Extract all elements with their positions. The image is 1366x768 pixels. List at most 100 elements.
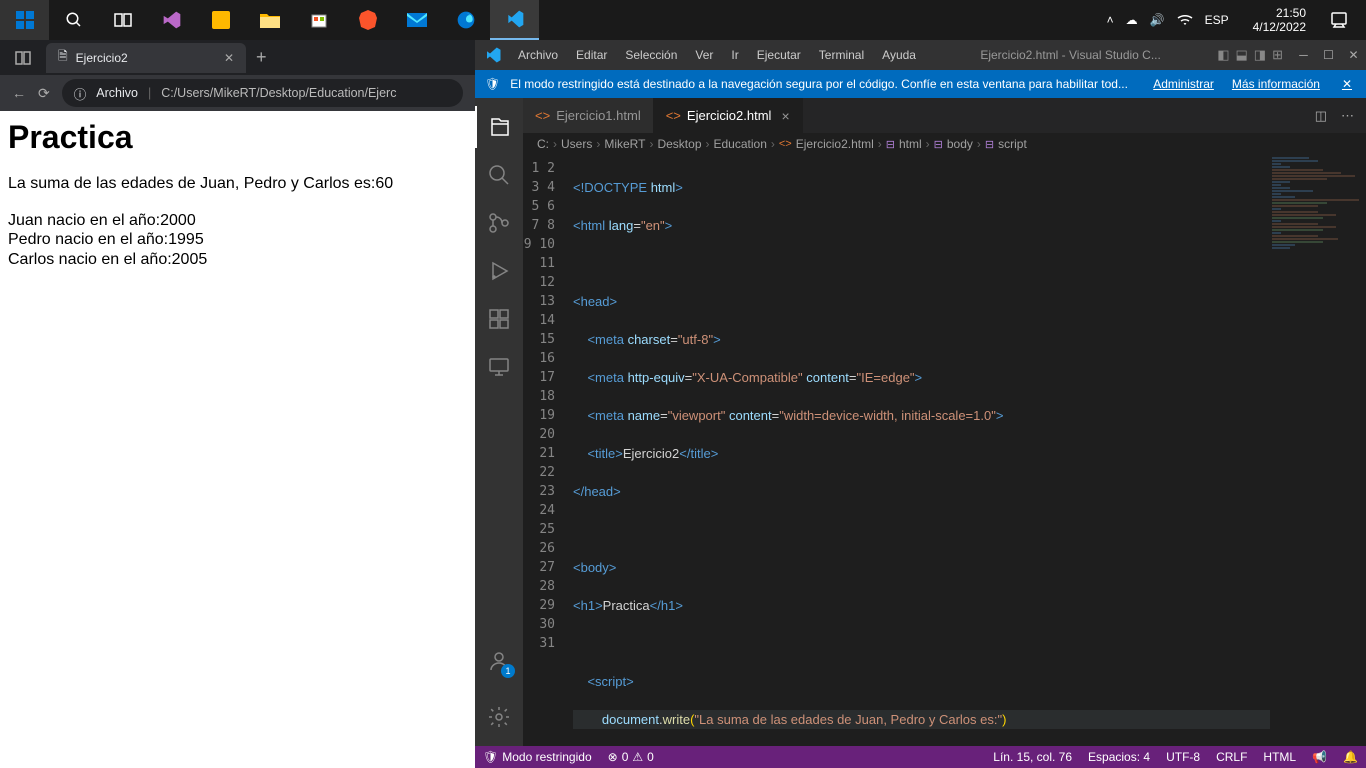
code-editor[interactable]: 1 2 3 4 5 6 7 8 9 10 11 12 13 14 15 16 1… bbox=[523, 155, 1366, 746]
file-icon: 🗎 bbox=[58, 47, 68, 68]
url-scheme: Archivo bbox=[96, 86, 138, 100]
layout-controls: ◧ ⬓ ◨ ⊞ bbox=[1217, 47, 1291, 63]
edge-icon[interactable] bbox=[441, 0, 490, 40]
explorer-icon[interactable] bbox=[475, 106, 523, 148]
menu-ir[interactable]: Ir bbox=[723, 44, 746, 66]
browser-tab-active[interactable]: 🗎 Ejercicio2 ✕ bbox=[46, 43, 246, 73]
search-activity-icon[interactable] bbox=[475, 154, 523, 196]
restricted-mode-status[interactable]: 🛡Modo restringido bbox=[475, 746, 600, 768]
close-banner-icon[interactable]: ✕ bbox=[1338, 77, 1356, 91]
panel-left-icon[interactable]: ◧ bbox=[1217, 47, 1229, 63]
code-content[interactable]: <!DOCTYPE html> <html lang="en"> <head> … bbox=[573, 155, 1270, 746]
banner-info-link[interactable]: Más información bbox=[1232, 77, 1320, 91]
ms-store-icon[interactable] bbox=[294, 0, 343, 40]
warning-icon: ⚠ bbox=[632, 750, 643, 764]
vscode-titlebar: Archivo Editar Selección Ver Ir Ejecutar… bbox=[475, 40, 1366, 70]
browser-page-content: Practica La suma de las edades de Juan, … bbox=[0, 111, 475, 768]
feedback-icon[interactable]: 📢 bbox=[1304, 750, 1335, 764]
split-editor-icon[interactable]: ◫ bbox=[1315, 108, 1327, 124]
page-heading: Practica bbox=[8, 119, 467, 156]
start-button[interactable] bbox=[0, 0, 49, 40]
menu-terminal[interactable]: Terminal bbox=[811, 44, 872, 66]
window-controls: ─ ☐ ✕ bbox=[1291, 40, 1366, 70]
maximize-button[interactable]: ☐ bbox=[1316, 40, 1341, 70]
vscode-taskbar-icon[interactable] bbox=[490, 0, 539, 40]
taskbar-right: ˄ ☁ 🔊 ESP 21:50 4/12/2022 bbox=[1099, 0, 1366, 40]
chevron-up-icon[interactable]: ˄ bbox=[1107, 13, 1114, 27]
status-bar: 🛡Modo restringido ⊗0⚠0 Lín. 15, col. 76 … bbox=[475, 746, 1366, 768]
taskbar-left bbox=[0, 0, 539, 40]
remote-icon[interactable] bbox=[475, 346, 523, 388]
menu-ver[interactable]: Ver bbox=[687, 44, 721, 66]
tab-ejercicio1[interactable]: <>Ejercicio1.html bbox=[523, 98, 654, 133]
back-button[interactable]: ← bbox=[12, 85, 26, 101]
browser-toolbar: ← ⟳ ⓘ Archivo | C:/Users/MikeRT/Desktop/… bbox=[0, 75, 475, 111]
panel-right-icon[interactable]: ◨ bbox=[1254, 47, 1266, 63]
breadcrumbs[interactable]: C:› Users› MikeRT› Desktop› Education› <… bbox=[523, 133, 1366, 155]
settings-gear-icon[interactable] bbox=[475, 696, 523, 738]
restricted-mode-banner: 🛡 El modo restringido está destinado a l… bbox=[475, 70, 1366, 98]
indentation-status[interactable]: Espacios: 4 bbox=[1080, 750, 1158, 764]
encoding-status[interactable]: UTF-8 bbox=[1158, 750, 1208, 764]
language-indicator[interactable]: ESP bbox=[1205, 13, 1229, 27]
url-path: C:/Users/MikeRT/Desktop/Education/Ejerc bbox=[161, 86, 396, 100]
windows-taskbar: ˄ ☁ 🔊 ESP 21:50 4/12/2022 bbox=[0, 0, 1366, 40]
activity-bar: 1 bbox=[475, 98, 523, 746]
extensions-icon[interactable] bbox=[475, 298, 523, 340]
language-mode[interactable]: HTML bbox=[1255, 750, 1304, 764]
close-tab-icon[interactable]: ✕ bbox=[224, 51, 234, 65]
eol-status[interactable]: CRLF bbox=[1208, 750, 1255, 764]
vscode-body: 1 <>Ejercicio1.html <>Ejercicio2.html× ◫… bbox=[475, 98, 1366, 746]
more-actions-icon[interactable]: ⋯ bbox=[1341, 108, 1354, 124]
html-file-icon: <> bbox=[535, 108, 550, 123]
panel-bottom-icon[interactable]: ⬓ bbox=[1236, 47, 1248, 63]
file-explorer-icon[interactable] bbox=[245, 0, 294, 40]
sum-text: La suma de las edades de Juan, Pedro y C… bbox=[8, 174, 467, 193]
onedrive-icon[interactable]: ☁ bbox=[1126, 13, 1138, 27]
app-icon-1[interactable] bbox=[196, 0, 245, 40]
vscode-window: Archivo Editar Selección Ver Ir Ejecutar… bbox=[475, 40, 1366, 768]
cursor-position[interactable]: Lín. 15, col. 76 bbox=[985, 750, 1080, 764]
wifi-icon[interactable] bbox=[1177, 14, 1193, 26]
menu-editar[interactable]: Editar bbox=[568, 44, 615, 66]
minimap[interactable] bbox=[1270, 155, 1366, 746]
new-tab-button[interactable]: + bbox=[246, 47, 277, 68]
system-tray[interactable]: ˄ ☁ 🔊 ESP bbox=[1099, 13, 1237, 27]
taskbar-clock[interactable]: 21:50 4/12/2022 bbox=[1245, 6, 1314, 35]
menu-seleccion[interactable]: Selección bbox=[617, 44, 685, 66]
reload-button[interactable]: ⟳ bbox=[38, 85, 50, 102]
mail-icon[interactable] bbox=[392, 0, 441, 40]
vscode-window-title: Ejercicio2.html - Visual Studio C... bbox=[924, 48, 1217, 62]
vscode-logo-icon bbox=[475, 46, 510, 64]
problems-status[interactable]: ⊗0⚠0 bbox=[600, 746, 662, 768]
tabs-menu-icon[interactable] bbox=[8, 43, 38, 73]
minimize-button[interactable]: ─ bbox=[1291, 40, 1316, 70]
layout-grid-icon[interactable]: ⊞ bbox=[1272, 47, 1283, 63]
task-view-icon[interactable] bbox=[98, 0, 147, 40]
menu-ayuda[interactable]: Ayuda bbox=[874, 44, 924, 66]
close-window-button[interactable]: ✕ bbox=[1341, 40, 1366, 70]
notifications-bell-icon[interactable]: 🔔 bbox=[1335, 750, 1366, 764]
line-numbers: 1 2 3 4 5 6 7 8 9 10 11 12 13 14 15 16 1… bbox=[523, 155, 573, 746]
source-control-icon[interactable] bbox=[475, 202, 523, 244]
notifications-icon[interactable] bbox=[1322, 0, 1356, 40]
accounts-icon[interactable]: 1 bbox=[475, 640, 523, 682]
close-tab-icon[interactable]: × bbox=[777, 108, 789, 124]
banner-manage-link[interactable]: Administrar bbox=[1153, 77, 1214, 91]
menu-archivo[interactable]: Archivo bbox=[510, 44, 566, 66]
tab-ejercicio2[interactable]: <>Ejercicio2.html× bbox=[654, 98, 803, 133]
browser-window: 🗎 Ejercicio2 ✕ + ← ⟳ ⓘ Archivo | C:/User… bbox=[0, 40, 475, 768]
error-icon: ⊗ bbox=[608, 750, 618, 764]
search-icon[interactable] bbox=[49, 0, 98, 40]
volume-icon[interactable]: 🔊 bbox=[1150, 13, 1165, 27]
visual-studio-icon[interactable] bbox=[147, 0, 196, 40]
vscode-menubar: Archivo Editar Selección Ver Ir Ejecutar… bbox=[510, 44, 924, 66]
taskbar-time: 21:50 bbox=[1253, 6, 1306, 20]
run-debug-icon[interactable] bbox=[475, 250, 523, 292]
shield-icon: 🛡 bbox=[483, 750, 498, 764]
editor-tabs: <>Ejercicio1.html <>Ejercicio2.html× ◫ ⋯ bbox=[523, 98, 1366, 133]
brave-icon[interactable] bbox=[343, 0, 392, 40]
address-bar[interactable]: ⓘ Archivo | C:/Users/MikeRT/Desktop/Educ… bbox=[62, 79, 463, 107]
shield-icon: 🛡 bbox=[485, 77, 500, 91]
menu-ejecutar[interactable]: Ejecutar bbox=[749, 44, 809, 66]
